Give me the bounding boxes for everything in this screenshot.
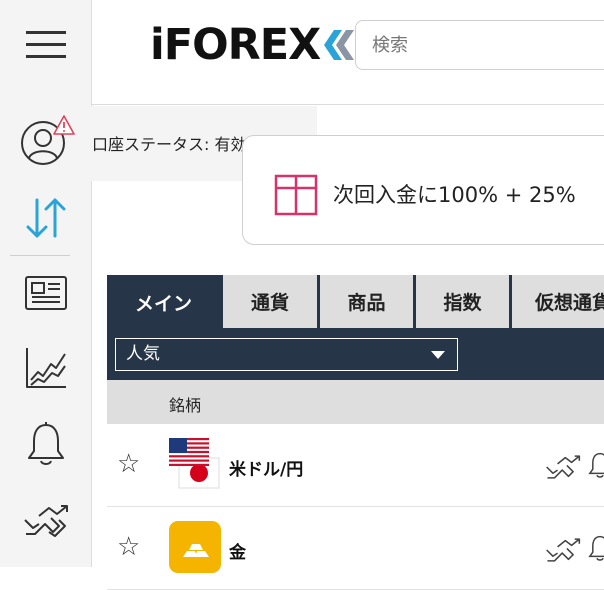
trade-arrows-icon — [26, 198, 66, 238]
sidebar — [0, 0, 92, 567]
market-tabs: メイン 通貨 商品 指数 仮想通貨 — [107, 275, 604, 330]
trade-handshake-icon[interactable] — [545, 536, 581, 564]
sidebar-item-trade[interactable] — [0, 188, 92, 248]
tab-crypto[interactable]: 仮想通貨 — [512, 275, 604, 328]
caret-down-icon — [431, 351, 445, 359]
newspaper-icon — [25, 276, 67, 310]
category-select[interactable]: 人気 — [115, 338, 458, 371]
star-icon[interactable]: ☆ — [117, 451, 140, 477]
bonus-text: 次回入金に100% + 25% — [333, 183, 576, 207]
deposit-bonus-card[interactable]: 次回入金に100% + 25% — [242, 135, 604, 245]
sidebar-item-transfers[interactable] — [0, 492, 92, 548]
trade-handshake-icon[interactable] — [545, 453, 581, 481]
alert-bell-icon[interactable] — [588, 449, 604, 481]
tab-commodities[interactable]: 商品 — [320, 275, 413, 328]
top-header: iFOREX — [92, 0, 604, 105]
logo-chevrons-icon — [322, 28, 355, 62]
gold-bars-icon — [169, 521, 221, 573]
handshake-icon — [24, 505, 68, 537]
star-icon[interactable]: ☆ — [117, 534, 140, 560]
gift-icon — [274, 174, 318, 216]
warning-icon — [53, 115, 75, 135]
menu-button[interactable] — [0, 20, 92, 70]
tab-currencies[interactable]: 通貨 — [223, 275, 317, 328]
sidebar-item-charts[interactable] — [0, 340, 92, 396]
tab-label: 通貨 — [250, 292, 289, 314]
usd-jpy-flags-icon — [169, 438, 220, 489]
category-select-value: 人気 — [126, 344, 160, 364]
tab-label: 商品 — [347, 292, 386, 314]
hamburger-icon — [26, 31, 66, 58]
column-header-row: 銘柄 — [107, 380, 604, 424]
tab-label: 仮想通貨 — [535, 292, 604, 314]
instrument-row[interactable]: ☆ 金 — [107, 507, 604, 590]
tab-indices[interactable]: 指数 — [416, 275, 509, 328]
search-input[interactable] — [355, 20, 604, 70]
sidebar-divider — [10, 255, 70, 256]
filter-bar: 人気 — [107, 330, 604, 380]
sidebar-item-alerts[interactable] — [0, 416, 92, 472]
instrument-name: 米ドル/円 — [229, 460, 304, 480]
instrument-row[interactable]: ☆ 米ドル/円 — [107, 424, 604, 507]
sidebar-item-news[interactable] — [0, 265, 92, 321]
column-header-instrument: 銘柄 — [169, 396, 202, 415]
iforex-logo[interactable]: iFOREX — [150, 20, 355, 70]
tab-label: 指数 — [443, 292, 482, 314]
logo-text: iFOREX — [150, 20, 321, 70]
instrument-name: 金 — [229, 543, 246, 563]
markets-panel: メイン 通貨 商品 指数 仮想通貨 人気 銘柄 ☆ 米ドル/円 ☆ 金 — [107, 275, 604, 590]
alert-bell-icon[interactable] — [588, 532, 604, 564]
tab-label: メイン — [134, 293, 192, 315]
bell-icon — [28, 422, 64, 465]
chart-line-icon — [26, 348, 66, 388]
tab-main[interactable]: メイン — [107, 275, 220, 330]
